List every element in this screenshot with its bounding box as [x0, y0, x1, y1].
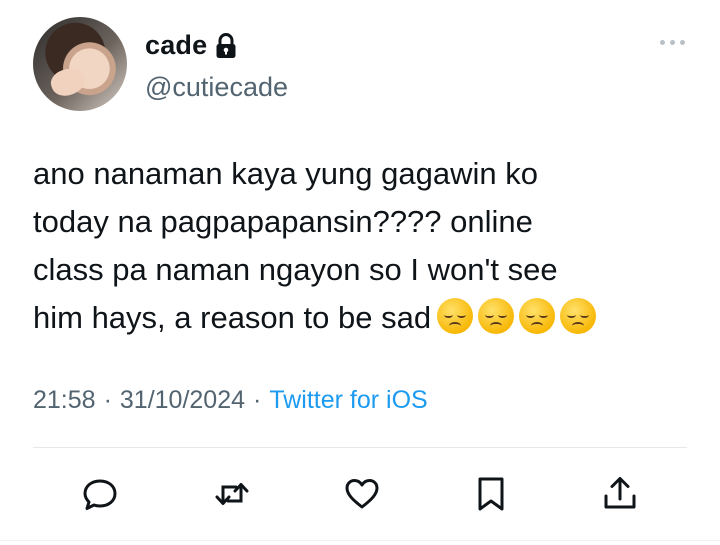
disappointed-face-icon: [519, 298, 556, 334]
author-name-row: cade: [145, 30, 237, 61]
like-button[interactable]: [340, 472, 384, 516]
bookmark-icon: [478, 477, 504, 511]
avatar[interactable]: [33, 17, 127, 111]
retweet-button[interactable]: [210, 472, 254, 516]
more-dot-icon: [680, 40, 685, 45]
meta-separator: ·: [103, 386, 112, 414]
more-dot-icon: [670, 40, 675, 45]
meta-separator: ·: [253, 386, 262, 414]
disappointed-face-icon: [437, 298, 474, 334]
display-name[interactable]: cade: [145, 30, 207, 61]
avatar-image: [47, 63, 89, 101]
disappointed-face-icon: [560, 298, 597, 334]
bottom-border: [0, 540, 720, 541]
retweet-icon: [215, 483, 249, 505]
tweet-time[interactable]: 21:58: [33, 386, 96, 415]
reply-button[interactable]: [78, 472, 122, 516]
reply-icon: [83, 479, 117, 510]
tweet-source-link[interactable]: Twitter for iOS: [269, 386, 427, 415]
tweet-meta: 21:58 · 31/10/2024 · Twitter for iOS: [33, 386, 428, 415]
more-options-icon[interactable]: [660, 40, 685, 45]
emoji-group: [437, 298, 597, 334]
action-bar: [0, 472, 720, 516]
tweet-text: ano nanaman kaya yung gagawin ko today n…: [33, 150, 693, 342]
tweet-date[interactable]: 31/10/2024: [120, 386, 245, 415]
lock-icon: [216, 32, 236, 58]
bookmark-button[interactable]: [469, 472, 513, 516]
heart-icon: [345, 479, 379, 509]
share-button[interactable]: [598, 472, 642, 516]
divider: [33, 447, 687, 448]
more-dot-icon: [660, 40, 665, 45]
user-handle[interactable]: @cutiecade: [145, 72, 288, 103]
disappointed-face-icon: [478, 298, 515, 334]
share-icon: [604, 477, 636, 509]
